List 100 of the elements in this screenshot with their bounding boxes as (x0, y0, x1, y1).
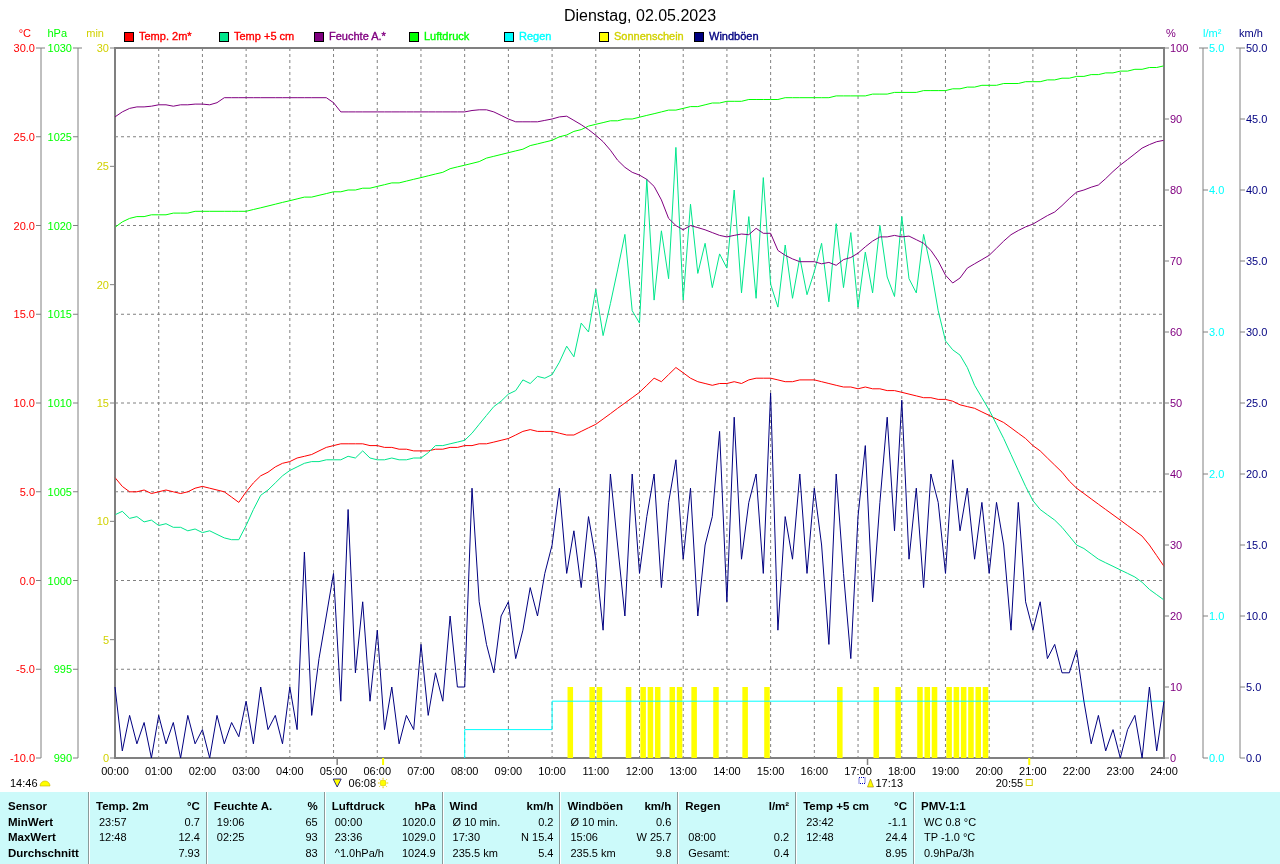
axis-tick-label: 20 (96, 278, 109, 291)
axis-tick-label: 30.0 (13, 42, 35, 54)
cell-label: 23:36 (334, 830, 363, 845)
time-tick-label: 15:00 (756, 765, 785, 777)
cell-value: 8.95 (885, 846, 907, 861)
legend-label: Sonnenschein (614, 30, 684, 43)
time-tick-label: 24:00 (1150, 765, 1178, 777)
cell-label: 12:48 (806, 830, 834, 845)
time-tick-label: 07:00 (407, 765, 435, 777)
cell-value: 1024.9 (401, 846, 436, 861)
time-tick-label: 00:00 (101, 765, 129, 777)
axis-tick-label: 30 (1170, 539, 1183, 551)
axis-tick-label: 4.0 (1209, 184, 1225, 196)
axis-tick-label: 15.0 (1246, 539, 1268, 551)
axis-tick-label: 5.0 (1209, 42, 1225, 54)
time-tick-label: 04:00 (276, 765, 304, 777)
time-tick-label: 14:00 (713, 765, 741, 777)
legend-label: Regen (519, 30, 552, 43)
time-tick-label: 02:00 (188, 765, 217, 777)
marker-tick (866, 757, 869, 766)
cell-value: 0.2 (773, 830, 790, 845)
axis-tick-label: 10 (1170, 681, 1183, 693)
axis-tick-label: 25.0 (13, 130, 35, 143)
cell-label: 15:06 (570, 830, 598, 845)
axis-unit-label: km/h (1239, 27, 1263, 40)
cell-value: 1029.0 (401, 830, 436, 845)
axis-tick-label: 15.0 (13, 308, 35, 321)
time-tick-label: 20:00 (975, 765, 1003, 777)
axis-tick-label: 3.0 (1209, 326, 1225, 338)
half-sun-icon (39, 780, 51, 787)
axis-tick-label: 50 (1170, 397, 1183, 409)
unit-label: km/h (526, 798, 554, 813)
time-tick-label: 01:00 (144, 765, 173, 777)
axis-tick-label: 995 (53, 663, 72, 676)
axis-unit-label: min (86, 27, 104, 40)
axis-unit-label: % (1166, 27, 1176, 40)
unit-label: hPa (414, 798, 436, 813)
axis-tick-label: 20 (1170, 610, 1183, 622)
time-tick-label: 23:00 (1106, 765, 1135, 777)
axis-tick-label: 1015 (47, 308, 72, 321)
column-header: PMV-1:1 (921, 798, 966, 813)
axis-tick-label: 1005 (47, 485, 72, 498)
sunrise-time: 06:08 (348, 777, 377, 789)
cell-label: Ø 10 min. (452, 814, 501, 829)
axis-tick-label: 80 (1170, 184, 1183, 196)
time-tick-label: 12:00 (625, 765, 654, 777)
column-header: Regen (685, 798, 721, 813)
sun-icon (377, 777, 389, 789)
up-arrow-icon (867, 778, 874, 788)
marker-tick (382, 757, 385, 766)
legend-label: Feuchte A.* (329, 30, 386, 43)
marker-tick (336, 757, 338, 766)
cell-value: 0.2 (538, 814, 554, 829)
axis-unit-label: hPa (47, 27, 67, 40)
cell-label: 19:06 (216, 814, 245, 829)
unit-label: °C (186, 798, 200, 813)
cell-value: 0.6 (656, 814, 672, 829)
axis-tick-label: 1010 (47, 397, 72, 409)
cell-label: 0.9hPa/3h (924, 846, 975, 861)
column-header: Windböen (567, 798, 623, 813)
axis-unit-label: °C (18, 27, 31, 40)
time-tick-label: 21:00 (1019, 765, 1047, 777)
axis-tick-label: 70 (1170, 255, 1183, 267)
axis-unit-label: l/m² (1203, 27, 1222, 40)
cell-label: 17:30 (452, 830, 481, 845)
unit-label: % (307, 798, 318, 813)
day-length-time: 14:46 (10, 777, 38, 789)
time-tick-label: 08:00 (450, 765, 479, 777)
column-header: Temp. 2m (96, 798, 149, 813)
row-label: MinWert (8, 814, 54, 829)
axis-tick-label: 60 (1170, 326, 1183, 338)
chart-title: Dienstag, 02.05.2023 (563, 6, 717, 26)
axis-tick-label: 50.0 (1246, 42, 1268, 54)
cell-value: 5.4 (538, 846, 554, 861)
axis-tick-label: 20.0 (13, 219, 35, 232)
cell-label: 00:00 (334, 814, 363, 829)
cell-value: 7.93 (178, 846, 200, 861)
time-tick-label: 17:00 (844, 765, 872, 777)
cell-value: 83 (305, 846, 318, 861)
cell-label: Ø 10 min. (570, 814, 619, 829)
down-arrow-icon (332, 778, 342, 788)
cell-value: 0.4 (773, 846, 790, 861)
cell-value: 0.7 (184, 814, 200, 829)
time-tick-label: 09:00 (494, 765, 523, 777)
cell-label: Gesamt: (688, 846, 730, 861)
time-tick-label: 16:00 (800, 765, 829, 777)
column-header: Luftdruck (331, 798, 385, 813)
axis-tick-label: 1.0 (1209, 610, 1225, 622)
axis-tick-label: 40.0 (1246, 184, 1268, 196)
marker-tick (1028, 757, 1031, 766)
cell-label: TP -1.0 °C (924, 830, 976, 845)
time-tick-label: 06:00 (363, 765, 391, 777)
axis-tick-label: 35.0 (1246, 255, 1268, 267)
axis-tick-label: 20.0 (1246, 468, 1268, 480)
cell-value: N 15.4 (521, 830, 554, 845)
cell-value: 93 (305, 830, 318, 845)
axis-tick-label: 5.0 (1246, 681, 1262, 693)
cell-value: 9.8 (656, 846, 672, 861)
axis-tick-label: 100 (1170, 42, 1189, 54)
time-tick-label: 10:00 (538, 765, 566, 777)
